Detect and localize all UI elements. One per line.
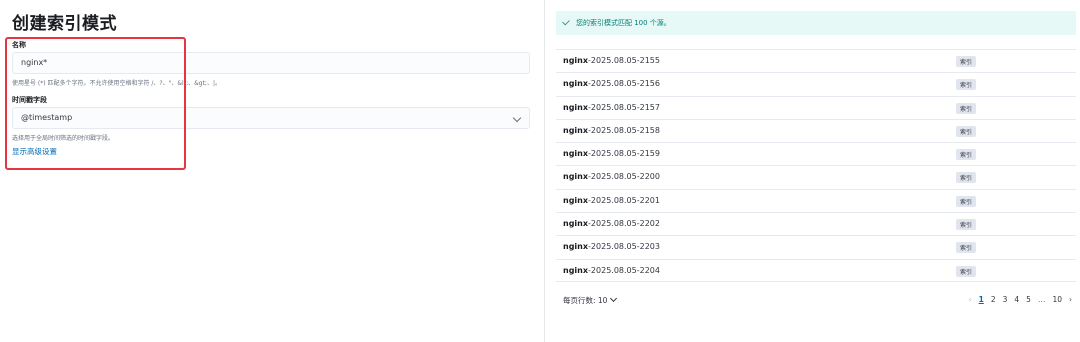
table-row: nginx-2025.08.05-2158 索引 <box>556 118 1076 142</box>
timestamp-label: 时间戳字段 <box>12 96 47 104</box>
table-row: nginx-2025.08.05-2202 索引 <box>556 212 1076 235</box>
matching-sources-panel: 您的索引模式匹配 100 个源。 nginx-2025.08.05-2155 索… <box>545 0 1080 342</box>
name-help-text: 使用星号 (*) 匹配多个字符。不允许使用空格和字符 /、?、"、&lt;、&g… <box>12 80 221 87</box>
source-name: nginx-2025.08.05-2203 <box>563 242 660 252</box>
type-badge: 索引 <box>956 265 977 277</box>
timestamp-help-text: 选择用于全局时间筛选的时间戳字段。 <box>12 135 115 142</box>
chevron-down-icon <box>610 294 618 303</box>
pagination-ellipsis: … <box>1037 295 1046 304</box>
name-input[interactable]: nginx* <box>12 52 530 74</box>
type-badge: 索引 <box>956 195 977 207</box>
timestamp-select[interactable]: @timestamp <box>12 107 530 129</box>
rows-per-page-label: 每页行数: 10 <box>563 296 608 305</box>
page-button-10[interactable]: 10 <box>1052 295 1062 304</box>
chevron-down-icon <box>512 113 522 123</box>
source-name: nginx-2025.08.05-2202 <box>563 219 660 229</box>
table-row: nginx-2025.08.05-2200 索引 <box>556 165 1076 188</box>
type-badge: 索引 <box>956 219 977 231</box>
page-button-4[interactable]: 4 <box>1014 295 1019 304</box>
type-badge: 索引 <box>956 56 977 67</box>
source-name: nginx-2025.08.05-2155 <box>563 56 660 65</box>
table-row: nginx-2025.08.05-2159 索引 <box>556 142 1076 165</box>
type-badge: 索引 <box>956 149 977 161</box>
source-name: nginx-2025.08.05-2204 <box>563 265 660 275</box>
source-name: nginx-2025.08.05-2158 <box>563 125 660 135</box>
name-label: 名称 <box>12 41 26 49</box>
rows-per-page-button[interactable]: 每页行数: 10 <box>563 294 618 306</box>
type-badge: 索引 <box>956 125 977 137</box>
table-row: nginx-2025.08.05-2201 索引 <box>556 188 1076 212</box>
type-badge: 索引 <box>956 172 977 184</box>
show-advanced-settings-link[interactable]: 显示高级设置 <box>12 146 57 157</box>
source-name: nginx-2025.08.05-2159 <box>563 149 660 159</box>
table-row: nginx-2025.08.05-2156 索引 <box>556 72 1076 95</box>
source-name: nginx-2025.08.05-2200 <box>563 172 660 182</box>
page-button-1[interactable]: 1 <box>979 295 984 304</box>
sources-table: nginx-2025.08.05-2155 索引 nginx-2025.08.0… <box>556 49 1076 282</box>
table-row: nginx-2025.08.05-2204 索引 <box>556 258 1076 282</box>
source-name: nginx-2025.08.05-2201 <box>563 195 660 205</box>
table-row: nginx-2025.08.05-2157 索引 <box>556 95 1076 119</box>
page-button-2[interactable]: 2 <box>991 295 996 304</box>
page-button-5[interactable]: 5 <box>1026 295 1031 304</box>
source-name: nginx-2025.08.05-2157 <box>563 102 660 112</box>
page-title: 创建索引模式 <box>12 14 117 34</box>
type-badge: 索引 <box>956 79 977 91</box>
source-name: nginx-2025.08.05-2156 <box>563 79 660 89</box>
callout-message: 您的索引模式匹配 100 个源。 <box>576 19 671 27</box>
type-badge: 索引 <box>956 102 977 114</box>
check-icon <box>562 17 570 26</box>
success-callout: 您的索引模式匹配 100 个源。 <box>556 11 1076 35</box>
prev-page-button[interactable]: ‹ <box>969 295 972 304</box>
pagination: ‹ 1 2 3 4 5 … 10 › <box>969 295 1072 304</box>
page-button-3[interactable]: 3 <box>1003 295 1008 304</box>
table-row: nginx-2025.08.05-2203 索引 <box>556 235 1076 258</box>
next-page-button[interactable]: › <box>1069 295 1072 304</box>
create-index-pattern-panel: 创建索引模式 名称 nginx* 使用星号 (*) 匹配多个字符。不允许使用空格… <box>0 0 544 342</box>
type-badge: 索引 <box>956 242 977 254</box>
timestamp-select-value: @timestamp <box>21 113 73 122</box>
table-row: nginx-2025.08.05-2155 索引 <box>556 49 1076 72</box>
